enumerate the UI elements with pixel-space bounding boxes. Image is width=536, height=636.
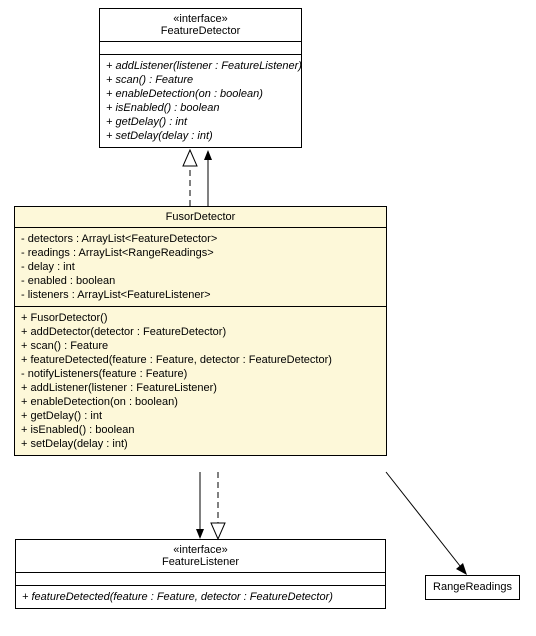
methods: + addListener(listener : FeatureListener… <box>100 54 301 147</box>
attr: - enabled : boolean <box>21 274 380 288</box>
method: + enableDetection(on : boolean) <box>21 395 380 409</box>
method: + isEnabled() : boolean <box>106 101 295 115</box>
method: + setDelay(delay : int) <box>106 129 295 143</box>
attr-empty <box>16 572 385 585</box>
attr: - listeners : ArrayList<FeatureListener> <box>21 288 380 302</box>
stereotype: «interface» <box>106 13 295 25</box>
methods: + featureDetected(feature : Feature, det… <box>16 585 385 608</box>
attr: - delay : int <box>21 260 380 274</box>
method: + enableDetection(on : boolean) <box>106 87 295 101</box>
method: + FusorDetector() <box>21 311 380 325</box>
method: + getDelay() : int <box>21 409 380 423</box>
attributes: - detectors : ArrayList<FeatureDetector>… <box>15 227 386 306</box>
class-fusor-detector: FusorDetector - detectors : ArrayList<Fe… <box>14 206 387 456</box>
attr-empty <box>100 41 301 54</box>
method: + scan() : Feature <box>21 339 380 353</box>
method: + scan() : Feature <box>106 73 295 87</box>
class-feature-detector: «interface» FeatureDetector + addListene… <box>99 8 302 148</box>
method: + getDelay() : int <box>106 115 295 129</box>
method: + addListener(listener : FeatureListener… <box>21 381 380 395</box>
class-name: RangeReadings <box>432 581 513 593</box>
method: + setDelay(delay : int) <box>21 437 380 451</box>
stereotype: «interface» <box>22 544 379 556</box>
attr: - readings : ArrayList<RangeReadings> <box>21 246 380 260</box>
method: + addDetector(detector : FeatureDetector… <box>21 325 380 339</box>
method: + featureDetected(feature : Feature, det… <box>22 590 379 604</box>
method: + featureDetected(feature : Feature, det… <box>21 353 380 367</box>
class-range-readings: RangeReadings <box>425 575 520 600</box>
method: + isEnabled() : boolean <box>21 423 380 437</box>
method: + addListener(listener : FeatureListener… <box>106 59 295 73</box>
methods: + FusorDetector() + addDetector(detector… <box>15 306 386 455</box>
class-name: FeatureDetector <box>106 25 295 37</box>
class-name: FeatureListener <box>22 556 379 568</box>
class-feature-listener: «interface» FeatureListener + featureDet… <box>15 539 386 609</box>
method: - notifyListeners(feature : Feature) <box>21 367 380 381</box>
class-name: FusorDetector <box>21 211 380 223</box>
attr: - detectors : ArrayList<FeatureDetector> <box>21 232 380 246</box>
